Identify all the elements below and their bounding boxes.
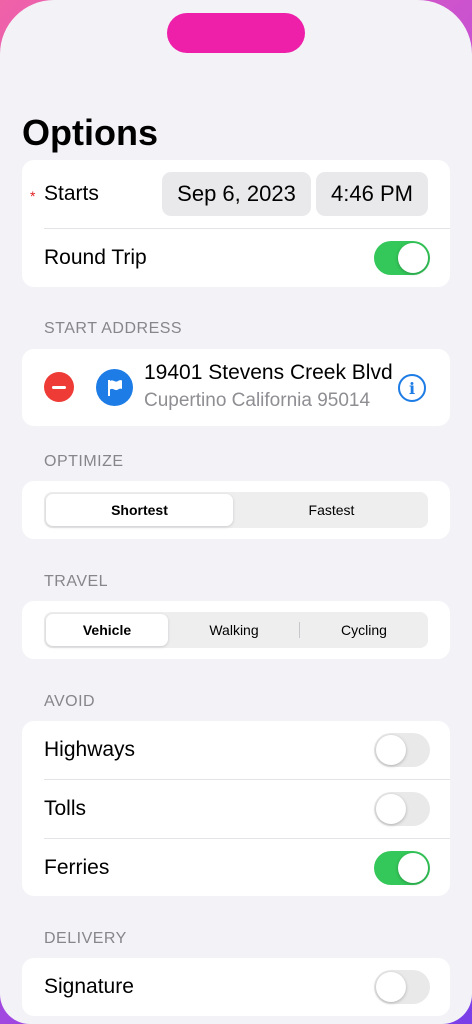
ferries-label: Ferries bbox=[44, 856, 110, 879]
toggle-knob bbox=[376, 794, 406, 824]
toggle-knob bbox=[376, 735, 406, 765]
delivery-section-header: DELIVERY bbox=[44, 930, 127, 947]
options-screen: Options * Starts Sep 6, 2023 4:46 PM Rou… bbox=[0, 0, 472, 1024]
avoid-section-header: AVOID bbox=[44, 693, 96, 710]
toggle-knob bbox=[398, 243, 428, 273]
highways-label: Highways bbox=[44, 738, 136, 761]
flag-icon bbox=[96, 369, 133, 406]
signature-toggle[interactable] bbox=[374, 970, 430, 1004]
toggle-knob bbox=[398, 853, 428, 883]
optimize-section-header: OPTIMIZE bbox=[44, 453, 124, 470]
travel-segmented-control: Vehicle Walking Cycling bbox=[44, 612, 428, 648]
segment-shortest[interactable]: Shortest bbox=[46, 494, 233, 526]
dynamic-island bbox=[167, 13, 305, 53]
segment-vehicle[interactable]: Vehicle bbox=[46, 614, 168, 646]
avoid-highways-row: Highways bbox=[22, 721, 450, 779]
schedule-card: * Starts Sep 6, 2023 4:46 PM Round Trip bbox=[22, 160, 450, 287]
round-trip-row: Round Trip bbox=[22, 229, 450, 287]
start-time-button[interactable]: 4:46 PM bbox=[316, 172, 428, 216]
highways-toggle[interactable] bbox=[374, 733, 430, 767]
minus-circle-icon[interactable] bbox=[44, 372, 74, 402]
optimize-segmented-control: Shortest Fastest bbox=[44, 492, 428, 528]
flag-glyph bbox=[107, 379, 122, 396]
segment-divider bbox=[299, 622, 300, 638]
toggle-knob bbox=[376, 972, 406, 1002]
required-marker: * bbox=[30, 188, 36, 204]
device-frame: Options * Starts Sep 6, 2023 4:46 PM Rou… bbox=[0, 0, 472, 1024]
avoid-ferries-row: Ferries bbox=[22, 839, 450, 896]
optimize-card: Shortest Fastest bbox=[22, 481, 450, 539]
avoid-card: Highways Tolls Ferries bbox=[22, 721, 450, 896]
signature-label: Signature bbox=[44, 975, 134, 998]
address-street: 19401 Stevens Creek Blvd bbox=[144, 361, 393, 384]
round-trip-toggle[interactable] bbox=[374, 241, 430, 275]
start-address-card[interactable]: 19401 Stevens Creek Blvd Cupertino Calif… bbox=[22, 349, 450, 426]
segment-fastest[interactable]: Fastest bbox=[237, 494, 426, 526]
travel-section-header: TRAVEL bbox=[44, 573, 109, 590]
segment-cycling[interactable]: Cycling bbox=[302, 614, 426, 646]
round-trip-label: Round Trip bbox=[44, 246, 147, 269]
start-address-section-header: START ADDRESS bbox=[44, 320, 183, 337]
address-city: Cupertino California 95014 bbox=[144, 390, 371, 411]
starts-label: Starts bbox=[44, 182, 99, 205]
starts-row: * Starts Sep 6, 2023 4:46 PM bbox=[22, 160, 450, 228]
ferries-toggle[interactable] bbox=[374, 851, 430, 885]
start-date-button[interactable]: Sep 6, 2023 bbox=[162, 172, 311, 216]
info-icon[interactable]: i bbox=[398, 374, 426, 402]
tolls-label: Tolls bbox=[44, 797, 87, 820]
avoid-tolls-row: Tolls bbox=[22, 780, 450, 838]
page-title: Options bbox=[22, 112, 158, 153]
delivery-card: Signature bbox=[22, 958, 450, 1016]
tolls-toggle[interactable] bbox=[374, 792, 430, 826]
minus-glyph bbox=[52, 385, 66, 389]
signature-row: Signature bbox=[22, 958, 450, 1016]
travel-card: Vehicle Walking Cycling bbox=[22, 601, 450, 659]
segment-walking[interactable]: Walking bbox=[172, 614, 296, 646]
